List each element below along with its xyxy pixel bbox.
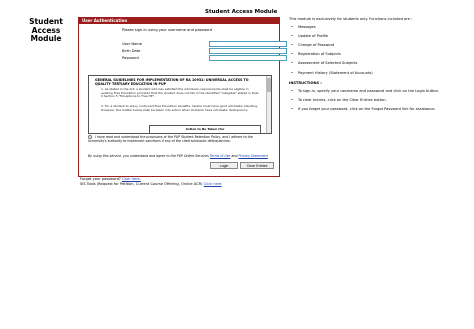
function-item: Assessment of Selected Subjects [289, 61, 469, 66]
terms-of-use-link[interactable]: Terms of Use [210, 154, 231, 158]
password-row: Password [122, 55, 287, 61]
password-input[interactable] [209, 55, 287, 61]
terms-notice-text: By using this service, you understand an… [88, 154, 209, 158]
terms-notice: By using this service, you understand an… [88, 154, 274, 158]
username-label: User Name [122, 42, 142, 46]
page-title: Student Access Module [205, 9, 278, 15]
auth-instruction: Please sign-in using your username and p… [122, 28, 213, 32]
action-table-header: Action to Be Taken (for [149, 125, 261, 133]
function-item: Registration of Subjects [289, 52, 469, 57]
module-title-line-3: Module [30, 34, 62, 43]
guidelines-scrollbar[interactable] [266, 76, 271, 133]
privacy-statement-link[interactable]: Privacy Statement [238, 154, 267, 158]
function-item: Update of Profile [289, 34, 469, 39]
birthdate-row: Birth Date [122, 48, 287, 54]
guidelines-box[interactable]: GENERAL GUIDELINES FOR IMPLEMENTATION OF… [88, 75, 272, 134]
sis-tools-link[interactable]: Click here [204, 182, 222, 186]
password-label: Password [122, 56, 139, 60]
instruction-item: If you forget your password, click on th… [289, 107, 469, 112]
function-item: Messages [289, 25, 469, 30]
instruction-item: To clear entries, click on the Clear Ent… [289, 98, 469, 103]
user-authentication-panel: User Authentication Please sign-in using… [78, 17, 287, 177]
function-item: Payment History (Statement of Accounts) [289, 71, 469, 76]
module-title: Student Access Module [18, 17, 74, 44]
clear-entries-button[interactable]: Clear Entries [240, 162, 274, 169]
guideline-item-1: 1. As stated in the Act, a student who h… [101, 87, 259, 99]
functions-list: Messages Update of Profile Change of Pas… [289, 25, 469, 76]
agreement-text: I have read and understood the provision… [88, 135, 253, 143]
sis-tools-text: SIS Tools (Request for Petition, Current… [80, 181, 203, 186]
forgot-password-link[interactable]: Click here. [122, 177, 141, 181]
auth-panel-header: User Authentication [79, 18, 279, 24]
login-button[interactable]: Login [210, 162, 238, 169]
forgot-password-text: Forgot your password? [80, 177, 121, 181]
agreement-row: I have read and understood the provision… [88, 135, 268, 144]
function-item: Change of Password [289, 43, 469, 48]
module-info-panel: This module is exclusively for students … [289, 17, 469, 116]
module-intro: This module is exclusively for students … [289, 17, 413, 21]
sis-tools-line: SIS Tools (Request for Petition, Current… [80, 182, 221, 187]
help-links: Forgot your password? Click here. SIS To… [80, 177, 221, 186]
instruction-item: To sign-in, specify your username and pa… [289, 89, 469, 94]
birthdate-label: Birth Date [122, 49, 141, 53]
instructions-heading: INSTRUCTIONS : [289, 81, 322, 86]
scrollbar-thumb[interactable] [267, 78, 271, 92]
birthdate-input[interactable] [209, 48, 287, 54]
instructions-list: To sign-in, specify your username and pa… [289, 89, 469, 112]
username-row: User Name [122, 41, 287, 47]
guideline-item-2: 2. For a student to enjoy continued Free… [101, 104, 258, 112]
username-input[interactable] [209, 41, 287, 47]
terms-and-text: and [231, 154, 238, 158]
guidelines-title: GENERAL GUIDELINES FOR IMPLEMENTATION OF… [95, 78, 249, 86]
